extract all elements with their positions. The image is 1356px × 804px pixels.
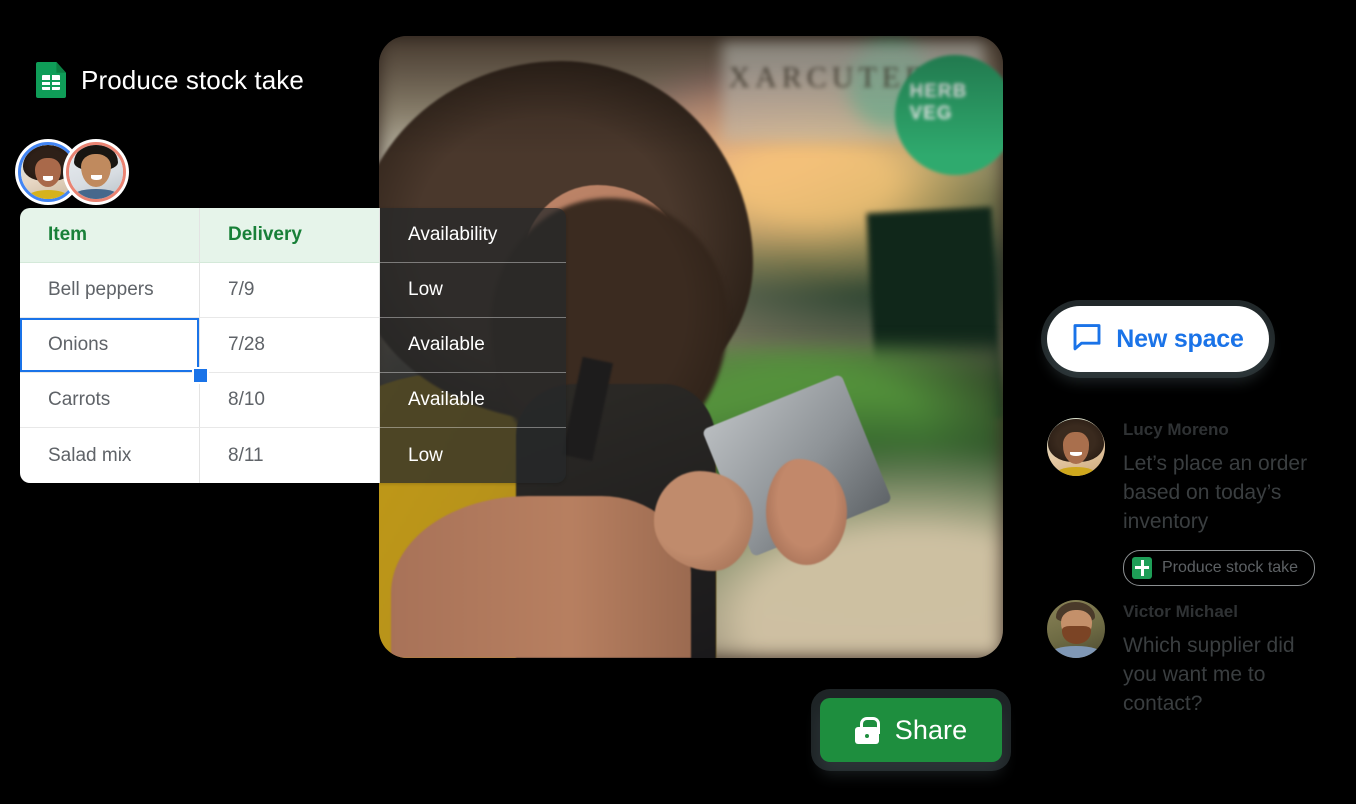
message-author: Victor Michael: [1123, 602, 1238, 621]
cell-delivery[interactable]: 7/28: [200, 318, 380, 373]
cell-delivery[interactable]: 8/10: [200, 373, 380, 428]
column-header-item[interactable]: Item: [20, 208, 200, 263]
cell-item[interactable]: Salad mix: [20, 428, 200, 483]
google-sheets-icon: [1132, 557, 1152, 579]
document-title: Produce stock take: [81, 64, 304, 95]
photo-title-scrim: [379, 36, 1003, 156]
message-body: Lucy Moreno Let’s place an order based o…: [1123, 418, 1333, 586]
column-header-delivery[interactable]: Delivery: [200, 208, 380, 263]
attachment-label: Produce stock take: [1162, 559, 1299, 576]
google-sheets-icon: [36, 62, 66, 98]
new-space-button[interactable]: New space: [1047, 306, 1269, 372]
spreadsheet-table[interactable]: Item Delivery Availability Bell peppers …: [20, 208, 566, 483]
screenshot-stage: XARCUTER HERB VEG: [0, 0, 1356, 804]
cell-availability[interactable]: Low: [380, 263, 566, 318]
message-text: Which supplier did you want me to contac…: [1123, 634, 1295, 715]
avatar[interactable]: [1047, 418, 1105, 476]
message-author: Lucy Moreno: [1123, 420, 1229, 439]
cell-availability[interactable]: Available: [380, 318, 566, 373]
chat-bubble-icon: [1072, 323, 1102, 356]
table-header-row: Item Delivery Availability: [20, 208, 566, 263]
document-title-row: Produce stock take: [36, 62, 304, 98]
cell-availability[interactable]: Available: [380, 373, 566, 428]
message-text: Let’s place an order based on today’s in…: [1123, 452, 1308, 533]
cell-item[interactable]: Bell peppers: [20, 263, 200, 318]
share-button[interactable]: Share: [820, 698, 1002, 762]
cell-availability[interactable]: Low: [380, 428, 566, 483]
attachment-chip[interactable]: Produce stock take: [1123, 550, 1316, 586]
avatar-collaborator-2[interactable]: [66, 142, 126, 202]
table-row[interactable]: Onions 7/28 Available: [20, 318, 566, 373]
selection-fill-handle[interactable]: [192, 367, 209, 384]
table-row[interactable]: Salad mix 8/11 Low: [20, 428, 566, 483]
table-row[interactable]: Carrots 8/10 Available: [20, 373, 566, 428]
new-space-label: New space: [1116, 324, 1244, 353]
person-arm: [391, 496, 691, 658]
message-body: Victor Michael Which supplier did you wa…: [1123, 600, 1333, 718]
chat-message: Victor Michael Which supplier did you wa…: [1047, 600, 1347, 718]
avatar[interactable]: [1047, 600, 1105, 658]
table-row[interactable]: Bell peppers 7/9 Low: [20, 263, 566, 318]
share-label: Share: [894, 714, 968, 745]
cell-item-selected[interactable]: Onions: [20, 318, 200, 373]
cell-delivery[interactable]: 7/9: [200, 263, 380, 318]
chat-message: Lucy Moreno Let’s place an order based o…: [1047, 418, 1347, 586]
column-header-availability[interactable]: Availability: [380, 208, 566, 263]
cell-delivery[interactable]: 8/11: [200, 428, 380, 483]
cell-item[interactable]: Carrots: [20, 373, 200, 428]
collaborator-avatars: [18, 142, 126, 202]
lock-icon: [854, 716, 880, 744]
